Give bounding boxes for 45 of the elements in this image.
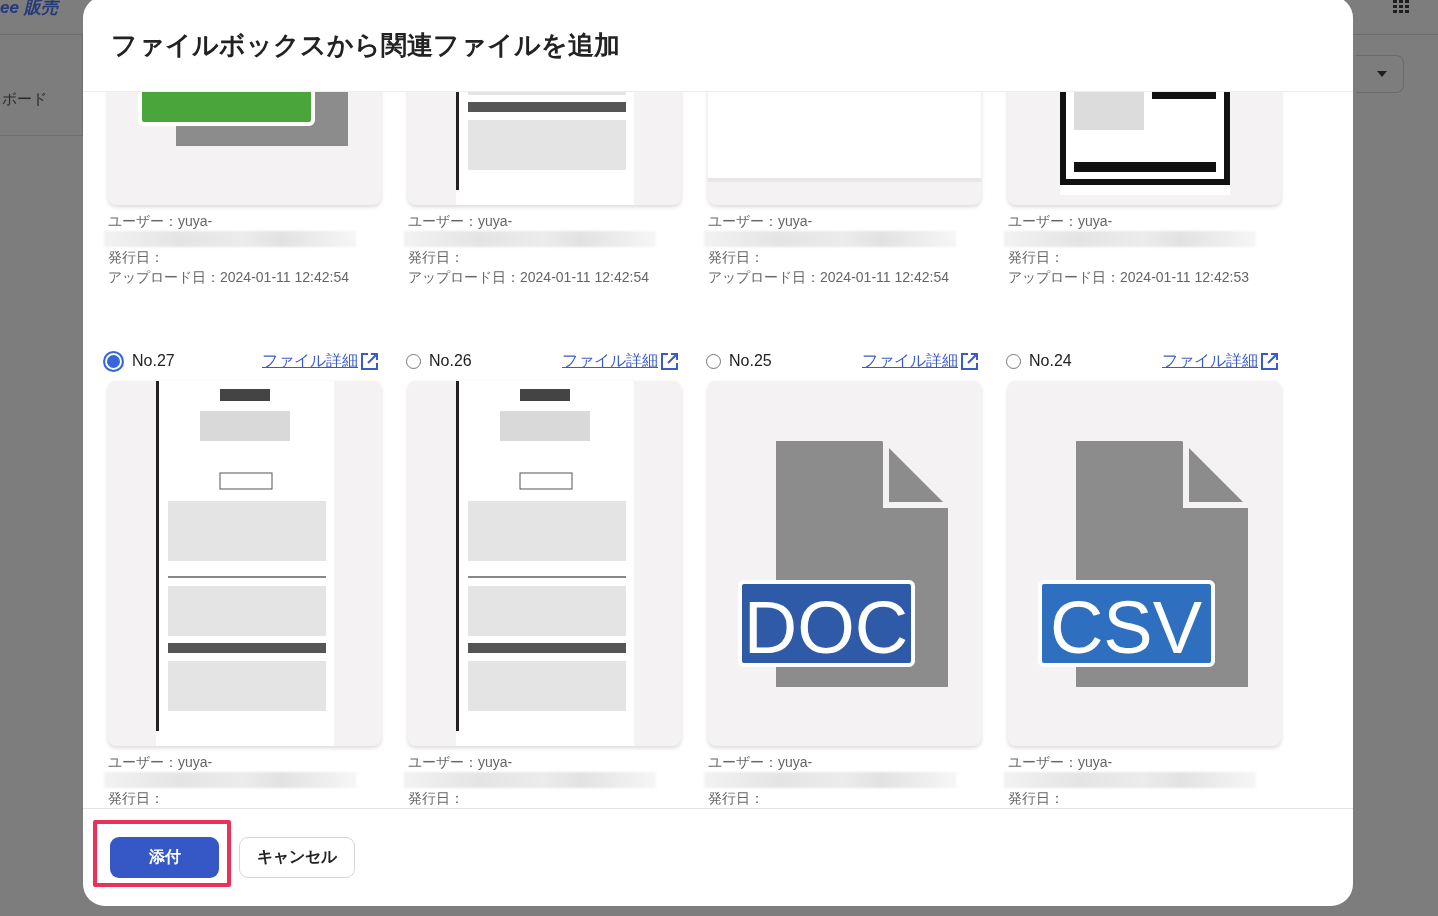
issue-date: 発行日：	[408, 789, 465, 808]
issue-date: 発行日：	[108, 248, 165, 267]
issue-date: 発行日：	[108, 789, 165, 808]
external-link-icon	[660, 351, 679, 371]
file-icon	[138, 92, 348, 146]
user-name: ユーザー：yuya-	[1008, 212, 1114, 231]
dialog-title: ファイルボックスから関連ファイルを追加	[111, 29, 620, 62]
user-name: ユーザー：yuya-	[708, 753, 814, 772]
issue-date: 発行日：	[408, 248, 465, 267]
radio-button[interactable]	[1006, 353, 1021, 369]
user-name: ユーザー：yuya-	[408, 212, 514, 231]
user-name: ユーザー：yuya-	[108, 753, 214, 772]
user-name: ユーザー：yuya-	[408, 753, 514, 772]
user-name: ユーザー：yuya-	[108, 212, 214, 231]
user-name: ユーザー：yuya-	[1008, 753, 1114, 772]
file-thumbnail[interactable]: DOC	[708, 381, 981, 746]
caret-icon	[1376, 71, 1387, 77]
file-number: No.25	[729, 352, 772, 370]
radio-button[interactable]	[103, 350, 124, 372]
cancel-button[interactable]: キャンセル	[239, 837, 355, 878]
file-icon	[738, 441, 948, 687]
sidebar-item[interactable]: ボード	[2, 90, 82, 109]
file-thumbnail[interactable]: CSV	[1008, 381, 1281, 746]
upload-date: アップロード日：2024-01-11 12:42:54	[708, 268, 950, 287]
radio-button[interactable]	[706, 353, 721, 369]
file-type-label: DOC	[743, 586, 909, 669]
issue-date: 発行日：	[708, 789, 765, 808]
radio-button[interactable]	[406, 353, 421, 369]
upload-date: アップロード日：2024-01-11 12:42:54	[108, 268, 350, 287]
file-icon	[1038, 441, 1248, 687]
file-number: No.26	[429, 352, 472, 370]
user-name: ユーザー：yuya-	[708, 212, 814, 231]
issue-date: 発行日：	[708, 248, 765, 267]
external-link-icon	[960, 351, 979, 371]
upload-date: アップロード日：2024-01-11 12:42:54	[408, 268, 650, 287]
issue-date: 発行日：	[1008, 248, 1065, 267]
apps-grid-icon[interactable]	[1393, 0, 1410, 15]
issue-date: 発行日：	[1008, 789, 1065, 808]
file-number: No.24	[1029, 352, 1072, 370]
file-type-label: CSV	[1049, 586, 1203, 669]
upload-date: アップロード日：2024-01-11 12:42:53	[1008, 268, 1250, 287]
file-number: No.27	[132, 352, 175, 370]
attach-button[interactable]: 添付	[110, 837, 219, 878]
external-link-icon	[1260, 351, 1279, 371]
external-link-icon	[360, 351, 379, 371]
